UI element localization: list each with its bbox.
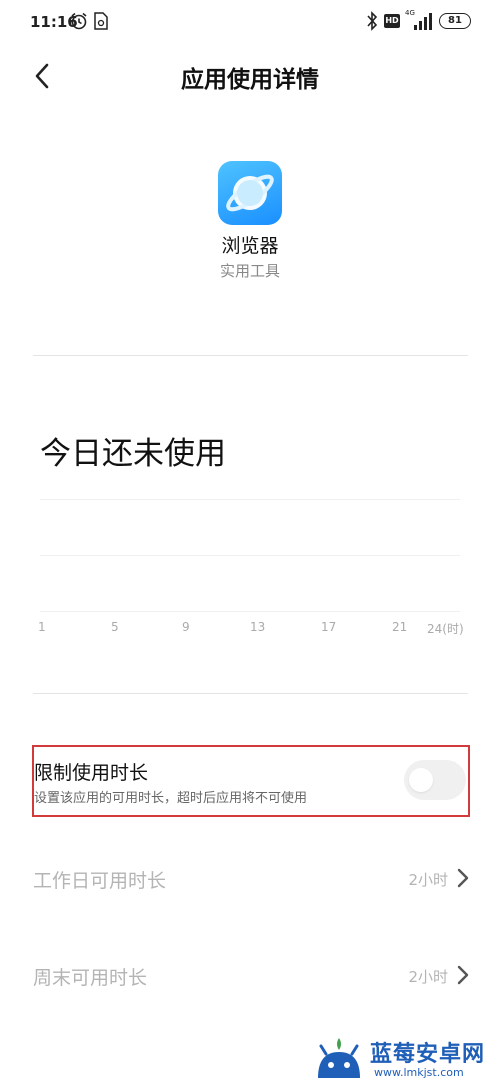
divider [33,355,468,356]
chart-x-tick: 9 [182,620,190,634]
toggle-knob [409,768,433,792]
chart-grid-line [40,499,460,500]
chart-grid-line [40,555,460,556]
weekday-duration-value: 2小时 [408,871,448,889]
divider [33,693,468,694]
watermark-url: www.lmkjst.com [374,1066,464,1079]
browser-planet-icon [218,161,282,225]
file-icon [94,12,108,30]
chart-x-tick: 24(时) [427,622,464,636]
alarm-icon [71,12,87,30]
limit-usage-title: 限制使用时长 [34,762,149,784]
battery-indicator: 81 [439,13,471,29]
limit-usage-description: 设置该应用的可用时长，超时后应用将不可使用 [34,791,308,806]
signal-icon [414,13,432,30]
weekday-duration-label: 工作日可用时长 [33,870,167,892]
page-title: 应用使用详情 [181,67,319,93]
chart-grid-line [40,611,460,612]
chart-x-tick: 1 [38,620,46,634]
weekend-duration-label: 周末可用时长 [33,967,148,989]
chevron-right-icon [457,965,469,985]
weekend-duration-value: 2小时 [408,968,448,986]
chart-x-tick: 13 [250,620,266,634]
weekday-duration-row[interactable]: 工作日可用时长 2小时 [0,848,500,908]
watermark-title: 蓝莓安卓网 [370,1042,486,1067]
hd-badge: HD [384,14,400,28]
chart-x-tick: 21 [392,620,408,634]
chart-x-tick: 17 [321,620,337,634]
bluetooth-icon [367,11,378,31]
weekend-duration-row[interactable]: 周末可用时长 2小时 [0,945,500,1005]
app-name: 浏览器 [221,235,279,257]
usage-status: 今日还未使用 [40,436,226,472]
status-bar: 11:16 HD 4G 81 [0,0,500,44]
chevron-right-icon [457,868,469,888]
app-category: 实用工具 [219,262,280,280]
limit-usage-toggle[interactable] [404,760,466,800]
android-logo-icon [318,1038,360,1078]
watermark: 蓝莓安卓网 www.lmkjst.com [312,1030,500,1084]
chart-x-tick: 5 [111,620,119,634]
